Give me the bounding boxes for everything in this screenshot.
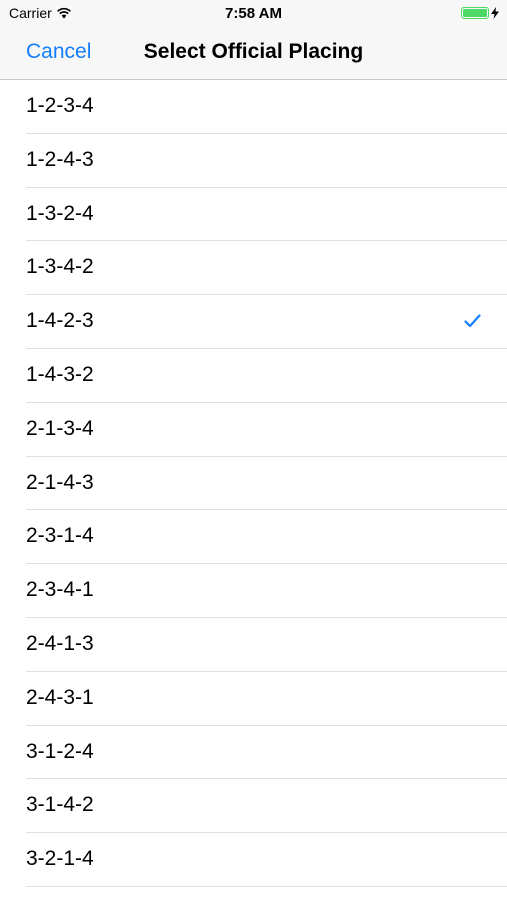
placing-option-label: 1-3-2-4: [26, 201, 94, 225]
battery-indicator: [461, 7, 499, 19]
placing-option-row[interactable]: 1-3-2-4: [0, 188, 507, 242]
placing-option-label: 3-1-2-4: [26, 739, 94, 763]
page-title: Select Official Placing: [143, 40, 364, 63]
battery-fill: [463, 9, 487, 17]
placing-option-row[interactable]: 1-3-4-2: [0, 241, 507, 295]
clock: 7:58 AM: [225, 5, 282, 22]
placing-option-row[interactable]: 1-4-3-2: [0, 349, 507, 403]
placing-option-label: 2-4-1-3: [26, 631, 94, 655]
placing-option-label: 3-2-1-4: [26, 847, 94, 871]
placing-option-row[interactable]: 2-1-3-4: [0, 403, 507, 457]
placing-option-row[interactable]: 2-1-4-3: [0, 457, 507, 511]
placing-option-label: 2-4-3-1: [26, 685, 94, 709]
placing-option-row[interactable]: 2-4-1-3: [0, 618, 507, 672]
placing-option-label: 1-4-2-3: [26, 309, 94, 333]
status-bar: Carrier 7:58 AM: [0, 0, 507, 28]
placing-option-label: 2-1-4-3: [26, 470, 94, 494]
checkmark-icon: [464, 314, 481, 328]
placing-option-row[interactable]: 3-1-2-4: [0, 726, 507, 780]
placing-option-row[interactable]: 3-1-4-2: [0, 779, 507, 833]
placing-option-row[interactable]: 3-2-1-4: [0, 833, 507, 887]
placing-options-list: 1-2-3-4 1-2-4-3 1-3-2-4 1-3-4-2 1-4-2-3 1-4-3…: [0, 80, 507, 887]
placing-option-row[interactable]: 2-4-3-1: [0, 672, 507, 726]
battery-icon: [461, 7, 489, 19]
placing-option-label: 2-1-3-4: [26, 416, 94, 440]
placing-option-row[interactable]: 2-3-1-4: [0, 510, 507, 564]
placing-option-row[interactable]: 1-2-3-4: [0, 80, 507, 134]
placing-option-label: 3-1-4-2: [26, 793, 94, 817]
placing-option-label: 1-2-3-4: [26, 94, 94, 117]
placing-option-row[interactable]: 1-4-2-3: [0, 295, 507, 349]
placing-option-label: 2-3-1-4: [26, 524, 94, 548]
placing-option-label: 1-2-4-3: [26, 147, 94, 171]
navigation-bar: Cancel Select Official Placing: [0, 28, 507, 80]
charging-bolt-icon: [491, 7, 499, 19]
placing-option-row[interactable]: 2-3-4-1: [0, 564, 507, 618]
placing-option-label: 2-3-4-1: [26, 578, 94, 602]
placing-option-label: 1-3-4-2: [26, 255, 94, 279]
placing-option-row[interactable]: 1-2-4-3: [0, 134, 507, 188]
placing-option-label: 1-4-3-2: [26, 362, 94, 386]
